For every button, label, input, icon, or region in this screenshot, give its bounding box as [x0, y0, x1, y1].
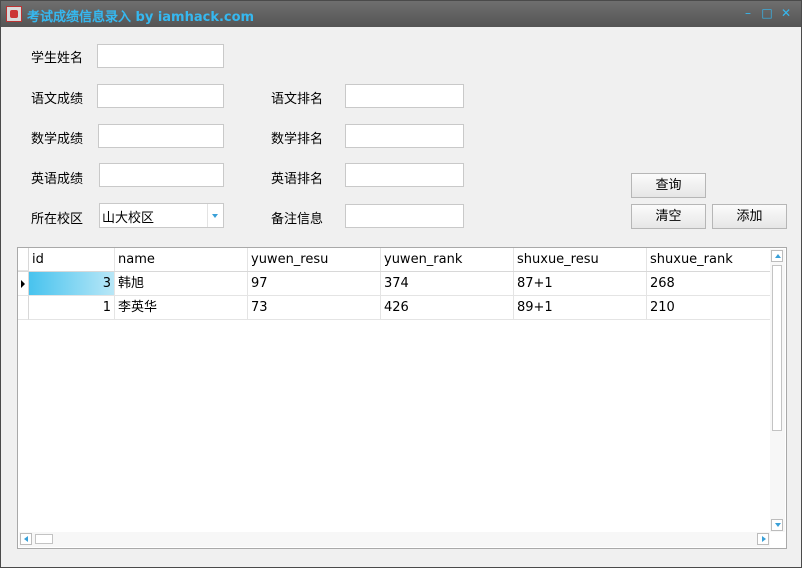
- cell-yuwen-rank[interactable]: 426: [381, 296, 514, 320]
- yuwen-rank-input[interactable]: [345, 84, 464, 108]
- label-shuxue-score: 数学成绩: [31, 132, 84, 147]
- grid-corner-cell: [18, 248, 29, 271]
- label-shuxue-rank: 数学排名: [271, 132, 324, 147]
- horizontal-scrollbar[interactable]: [19, 532, 770, 547]
- cell-name[interactable]: 韩旭: [115, 272, 248, 296]
- cell-shuxue-resu[interactable]: 87+1: [514, 272, 647, 296]
- scroll-down-button[interactable]: [771, 519, 783, 531]
- scroll-up-button[interactable]: [771, 250, 783, 262]
- remark-input[interactable]: [345, 204, 464, 228]
- close-button[interactable]: ✕: [779, 6, 793, 20]
- shuxue-score-input[interactable]: [98, 124, 224, 148]
- label-yingyu-score: 英语成绩: [31, 172, 84, 187]
- label-campus: 所在校区: [31, 212, 84, 227]
- yuwen-score-input[interactable]: [97, 84, 224, 108]
- shuxue-rank-input[interactable]: [345, 124, 464, 148]
- cell-yuwen-resu[interactable]: 73: [248, 296, 381, 320]
- minimize-button[interactable]: –: [741, 6, 755, 20]
- label-student-name: 学生姓名: [31, 51, 84, 66]
- column-header-id[interactable]: id: [29, 248, 115, 271]
- student-name-input[interactable]: [97, 44, 224, 68]
- label-yuwen-rank: 语文排名: [271, 92, 324, 107]
- grid-header: id name yuwen_resu yuwen_rank shuxue_res…: [18, 248, 770, 272]
- title-bar[interactable]: 考试成绩信息录入 by iamhack.com – □ ✕: [1, 1, 801, 27]
- scroll-left-button[interactable]: [20, 533, 32, 545]
- campus-select[interactable]: 山大校区: [99, 203, 224, 228]
- clear-button[interactable]: 清空: [631, 204, 706, 229]
- label-yuwen-score: 语文成绩: [31, 92, 84, 107]
- table-row[interactable]: 1 李英华 73 426 89+1 210: [18, 296, 770, 320]
- cell-id[interactable]: 3: [29, 272, 115, 296]
- yingyu-rank-input[interactable]: [345, 163, 464, 187]
- cell-yuwen-rank[interactable]: 374: [381, 272, 514, 296]
- cell-shuxue-resu[interactable]: 89+1: [514, 296, 647, 320]
- campus-selected-value: 山大校区: [102, 211, 155, 226]
- cell-name[interactable]: 李英华: [115, 296, 248, 320]
- column-header-shuxue-rank[interactable]: shuxue_rank: [647, 248, 770, 271]
- cell-shuxue-rank[interactable]: 210: [647, 296, 770, 320]
- row-header[interactable]: [18, 296, 29, 320]
- maximize-button[interactable]: □: [760, 6, 774, 20]
- arrow-left-icon: [24, 536, 28, 542]
- column-header-yuwen-resu[interactable]: yuwen_resu: [248, 248, 381, 271]
- query-button[interactable]: 查询: [631, 173, 706, 198]
- label-remark: 备注信息: [271, 212, 324, 227]
- cell-yuwen-resu[interactable]: 97: [248, 272, 381, 296]
- chevron-down-icon[interactable]: [207, 204, 223, 227]
- app-icon: [6, 6, 22, 22]
- arrow-right-icon: [762, 536, 766, 542]
- table-row[interactable]: 3 韩旭 97 374 87+1 268: [18, 272, 770, 296]
- data-grid[interactable]: id name yuwen_resu yuwen_rank shuxue_res…: [17, 247, 787, 549]
- current-row-arrow-icon: [21, 280, 25, 288]
- row-header[interactable]: [18, 272, 29, 296]
- vertical-scrollbar[interactable]: [770, 249, 785, 532]
- cell-id[interactable]: 1: [29, 296, 115, 320]
- add-button[interactable]: 添加: [712, 204, 787, 229]
- scroll-right-button[interactable]: [757, 533, 769, 545]
- label-yingyu-rank: 英语排名: [271, 172, 324, 187]
- column-header-shuxue-resu[interactable]: shuxue_resu: [514, 248, 647, 271]
- yingyu-score-input[interactable]: [99, 163, 224, 187]
- vertical-scroll-thumb[interactable]: [772, 265, 782, 431]
- window-title: 考试成绩信息录入 by iamhack.com: [27, 10, 255, 25]
- arrow-up-icon: [775, 254, 781, 258]
- arrow-down-icon: [775, 523, 781, 527]
- main-window: 考试成绩信息录入 by iamhack.com – □ ✕ 学生姓名 语文成绩 …: [0, 0, 802, 568]
- cell-shuxue-rank[interactable]: 268: [647, 272, 770, 296]
- horizontal-scroll-thumb[interactable]: [35, 534, 53, 544]
- column-header-yuwen-rank[interactable]: yuwen_rank: [381, 248, 514, 271]
- column-header-name[interactable]: name: [115, 248, 248, 271]
